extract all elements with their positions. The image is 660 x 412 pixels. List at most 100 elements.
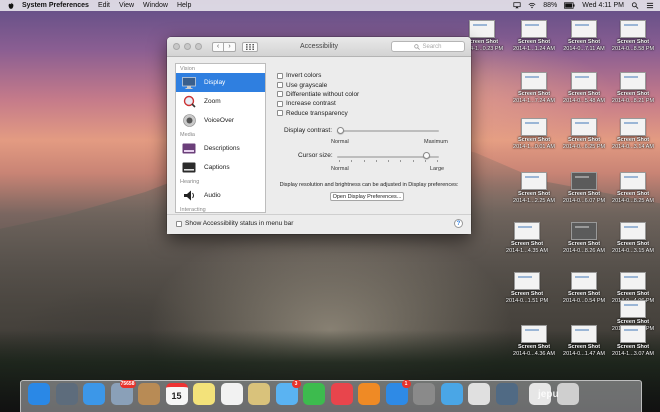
file-name-date: 2014-0...0.54 PM	[562, 297, 606, 304]
menu-help[interactable]: Help	[177, 2, 191, 9]
show-status-checkbox[interactable]: Show Accessibility status in menu bar	[176, 220, 293, 227]
file-thumbnail	[514, 272, 540, 290]
reminders-icon[interactable]	[220, 383, 243, 405]
cursor-min-label: Normal	[331, 166, 349, 172]
zoom-button[interactable]	[195, 43, 202, 50]
sidebar-item-display[interactable]: Display	[176, 73, 265, 92]
desktop-file[interactable]: Screen Shot 2014-1...2.25 AM	[512, 172, 556, 204]
sidebar-item-label: Descriptions	[204, 145, 240, 152]
sidebar-item-audio[interactable]: Audio	[176, 186, 265, 205]
desktop-file[interactable]: Screen Shot 2014-1...1.24 AM	[512, 20, 556, 52]
desktop-file[interactable]: Screen Shot 2014-1...0.01 AM	[512, 118, 556, 150]
desktop-file[interactable]: Screen Shot 2014-0...8.26 AM	[562, 222, 606, 254]
facetime-icon[interactable]	[303, 383, 325, 405]
contrast-slider-knob[interactable]	[337, 127, 344, 134]
quicktime-icon[interactable]	[495, 383, 518, 405]
forward-button[interactable]: ›	[224, 41, 236, 52]
menu-view[interactable]: View	[119, 2, 134, 9]
sidebar-item-descriptions[interactable]: Descriptions	[176, 139, 265, 158]
contrast-slider-track[interactable]	[337, 130, 439, 132]
safari-icon[interactable]	[83, 383, 105, 405]
system-preferences-icon[interactable]	[413, 383, 435, 405]
desktop-file[interactable]: Screen Shot 2014-1...4.35 AM	[505, 222, 549, 254]
captions-icon	[182, 161, 196, 175]
zoom-icon	[182, 95, 196, 109]
file-name: Screen Shot	[517, 344, 551, 350]
menu-clock[interactable]: Wed 4:11 PM	[582, 2, 624, 9]
desktop-file[interactable]: Screen Shot 2014-1...3.07 AM	[611, 325, 655, 357]
desktop-file[interactable]: Screen Shot 2014-0...8.21 PM	[611, 72, 655, 104]
desktop-file[interactable]: Screen Shot 2014-0...8.58 PM	[611, 20, 655, 52]
open-display-preferences-button[interactable]: Open Display Preferences...	[330, 192, 404, 201]
photos-icon[interactable]	[248, 383, 270, 405]
help-button[interactable]: ?	[454, 219, 463, 228]
file-name-date: 2014-1...7.24 AM	[513, 97, 555, 104]
checkbox-box[interactable]	[277, 91, 283, 98]
sidebar-item-zoom[interactable]: Zoom	[176, 92, 265, 111]
search-input[interactable]: Search	[391, 41, 465, 52]
sidebar-item-captions[interactable]: Captions	[176, 158, 265, 177]
finder-icon[interactable]	[28, 383, 50, 405]
desktop-file[interactable]: Screen Shot 2014-0...6.25 PM	[562, 118, 606, 150]
checkbox-box[interactable]	[277, 72, 283, 79]
itunes-icon[interactable]	[330, 383, 353, 405]
watermark: jepu	[538, 389, 559, 400]
battery-icon[interactable]	[564, 2, 575, 9]
differentiate-checkbox[interactable]: Differentiate without color	[277, 90, 467, 99]
desktop-file[interactable]: Screen Shot 2014-0...4.36 AM	[512, 325, 556, 357]
spotlight-icon[interactable]	[631, 2, 639, 9]
file-name: Screen Shot	[616, 39, 650, 45]
mail-icon[interactable]: 75658	[110, 380, 136, 405]
window-titlebar[interactable]: ‹ › Accessibility Search	[167, 37, 471, 57]
chrome-icon[interactable]	[468, 383, 490, 405]
calendar-icon[interactable]: 15	[165, 383, 188, 405]
category-interacting: Interacting	[180, 207, 206, 213]
desktop-file[interactable]: Screen Shot 2014-0...8.25 AM	[611, 172, 655, 204]
cursor-slider-knob[interactable]	[422, 152, 430, 159]
messages-icon[interactable]: 3	[275, 380, 301, 405]
launchpad-icon[interactable]	[55, 383, 78, 405]
desktop-file[interactable]: Screen Shot 2014-1...7.24 AM	[512, 72, 556, 104]
notification-center-icon[interactable]	[646, 2, 654, 9]
ibooks-icon[interactable]	[358, 383, 380, 405]
back-button[interactable]: ‹	[212, 41, 224, 52]
checkbox-box[interactable]	[277, 82, 283, 89]
minimize-button[interactable]	[184, 43, 191, 50]
desktop-file[interactable]: Screen Shot 2014-0...6.07 PM	[562, 172, 606, 204]
desktop-file[interactable]: Screen Shot 2014-0...5.48 AM	[562, 72, 606, 104]
reduce-transparency-checkbox[interactable]: Reduce transparency	[277, 109, 467, 118]
accessibility-sidebar[interactable]: Vision Display Zoom VoiceOver Media Desc…	[175, 63, 266, 213]
menu-app-name[interactable]: System Preferences	[22, 2, 89, 9]
desktop-file[interactable]: Screen Shot 2014-0...3.14 AM	[611, 118, 655, 150]
trash-icon[interactable]	[556, 383, 579, 405]
grayscale-checkbox[interactable]: Use grayscale	[277, 80, 467, 89]
wifi-icon[interactable]	[528, 2, 536, 9]
app-store-icon[interactable]: 1	[385, 380, 411, 405]
invert-colors-checkbox[interactable]: Invert colors	[277, 71, 467, 80]
desktop-file[interactable]: Screen Shot 2014-0...0.54 PM	[562, 272, 606, 304]
slider-tick	[351, 160, 352, 162]
checkbox-box[interactable]	[277, 110, 283, 117]
airplay-icon[interactable]	[513, 2, 521, 9]
close-button[interactable]	[173, 43, 180, 50]
notes-icon[interactable]	[193, 383, 215, 405]
audio-icon	[182, 189, 196, 203]
increase-contrast-checkbox[interactable]: Increase contrast	[277, 99, 467, 108]
sidebar-item-voiceover[interactable]: VoiceOver	[176, 111, 265, 130]
checkbox-box[interactable]	[277, 100, 283, 107]
menu-edit[interactable]: Edit	[98, 2, 110, 9]
twitter-icon[interactable]	[440, 383, 463, 405]
file-name-date: 2014-0...8.21 PM	[611, 97, 655, 104]
file-thumbnail	[571, 72, 597, 90]
desktop-file[interactable]: Screen Shot 2014-0...7.11 AM	[562, 20, 606, 52]
checkbox-box[interactable]	[176, 220, 182, 227]
checkbox-label: Invert colors	[286, 72, 322, 80]
desktop-file[interactable]: Screen Shot 2014-0...1.51 PM	[505, 272, 549, 304]
show-all-button[interactable]	[242, 41, 258, 52]
menu-window[interactable]: Window	[143, 2, 168, 9]
contacts-icon[interactable]	[138, 383, 160, 405]
file-thumbnail	[521, 118, 547, 136]
desktop-file[interactable]: Screen Shot 2014-0...3.15 AM	[611, 222, 655, 254]
apple-menu-icon[interactable]	[7, 2, 15, 10]
desktop-file[interactable]: Screen Shot 2014-0...1.47 AM	[562, 325, 606, 357]
